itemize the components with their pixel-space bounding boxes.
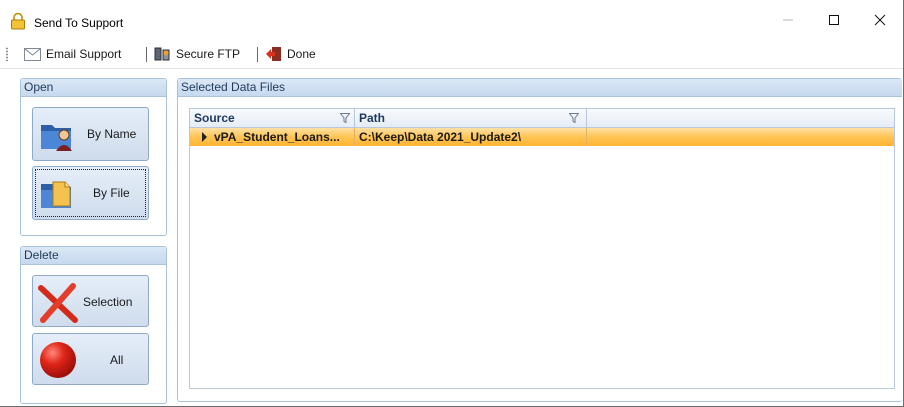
delete-all-button[interactable]: All — [32, 333, 149, 385]
column-path-label: Path — [359, 111, 386, 125]
toolbar-separator — [146, 47, 147, 62]
secure-ftp-button[interactable]: Secure FTP — [154, 44, 240, 64]
delete-panel: Delete Selection All — [20, 246, 167, 404]
open-by-file-button[interactable]: By File — [32, 166, 149, 220]
cell-path[interactable]: C:\Keep\Data 2021_Update2\ — [355, 128, 587, 146]
folder-person-icon — [41, 125, 72, 151]
red-x-icon — [38, 283, 78, 323]
toolbar-grip[interactable] — [6, 47, 8, 61]
minimize-icon — [783, 19, 793, 21]
window-title: Send To Support — [34, 16, 124, 30]
cell-source[interactable]: vPA_Student_Loans... — [210, 128, 355, 146]
by-file-label: By File — [93, 186, 130, 200]
email-support-label: Email Support — [46, 47, 122, 61]
by-name-label: By Name — [87, 127, 137, 141]
done-label: Done — [287, 47, 316, 61]
toolbar: Email Support Secure FTP Done — [0, 40, 903, 69]
send-to-support-window: Send To Support Email Support Secure FTP… — [0, 0, 904, 407]
envelope-icon — [24, 47, 41, 61]
email-support-button[interactable]: Email Support — [24, 44, 121, 64]
grid-header: Source Path — [190, 109, 894, 128]
title-bar: Send To Support — [0, 0, 903, 40]
filter-icon[interactable] — [569, 113, 579, 123]
column-header-path[interactable]: Path — [355, 109, 587, 127]
row-indicator-icon — [202, 132, 207, 142]
column-source-label: Source — [194, 111, 235, 125]
toolbar-separator — [257, 47, 258, 62]
folder-file-icon — [41, 181, 71, 208]
column-header-source[interactable]: Source — [190, 109, 355, 127]
open-panel-title: Open — [21, 79, 166, 97]
data-files-grid[interactable]: Source Path vPA_Student_Loans... C:\Keep… — [189, 108, 895, 389]
delete-panel-title: Delete — [21, 247, 166, 265]
delete-selection-button[interactable]: Selection — [32, 275, 149, 327]
lock-icon — [11, 13, 25, 30]
table-row[interactable]: vPA_Student_Loans... C:\Keep\Data 2021_U… — [190, 128, 894, 146]
open-by-name-button[interactable]: By Name — [32, 107, 149, 161]
all-label: All — [110, 353, 124, 367]
maximize-button[interactable] — [811, 0, 857, 40]
server-transfer-icon — [154, 47, 170, 61]
close-icon — [874, 14, 886, 26]
exit-door-icon — [266, 47, 281, 61]
selection-label: Selection — [83, 295, 133, 309]
open-panel: Open By Name By File — [20, 78, 167, 236]
maximize-icon — [829, 15, 839, 25]
secure-ftp-label: Secure FTP — [176, 47, 241, 61]
close-button[interactable] — [857, 0, 903, 40]
filter-icon[interactable] — [340, 113, 350, 123]
selected-data-files-title: Selected Data Files — [178, 79, 902, 97]
done-button[interactable]: Done — [265, 44, 316, 64]
minimize-button[interactable] — [765, 0, 811, 40]
red-circle-icon — [40, 342, 76, 378]
